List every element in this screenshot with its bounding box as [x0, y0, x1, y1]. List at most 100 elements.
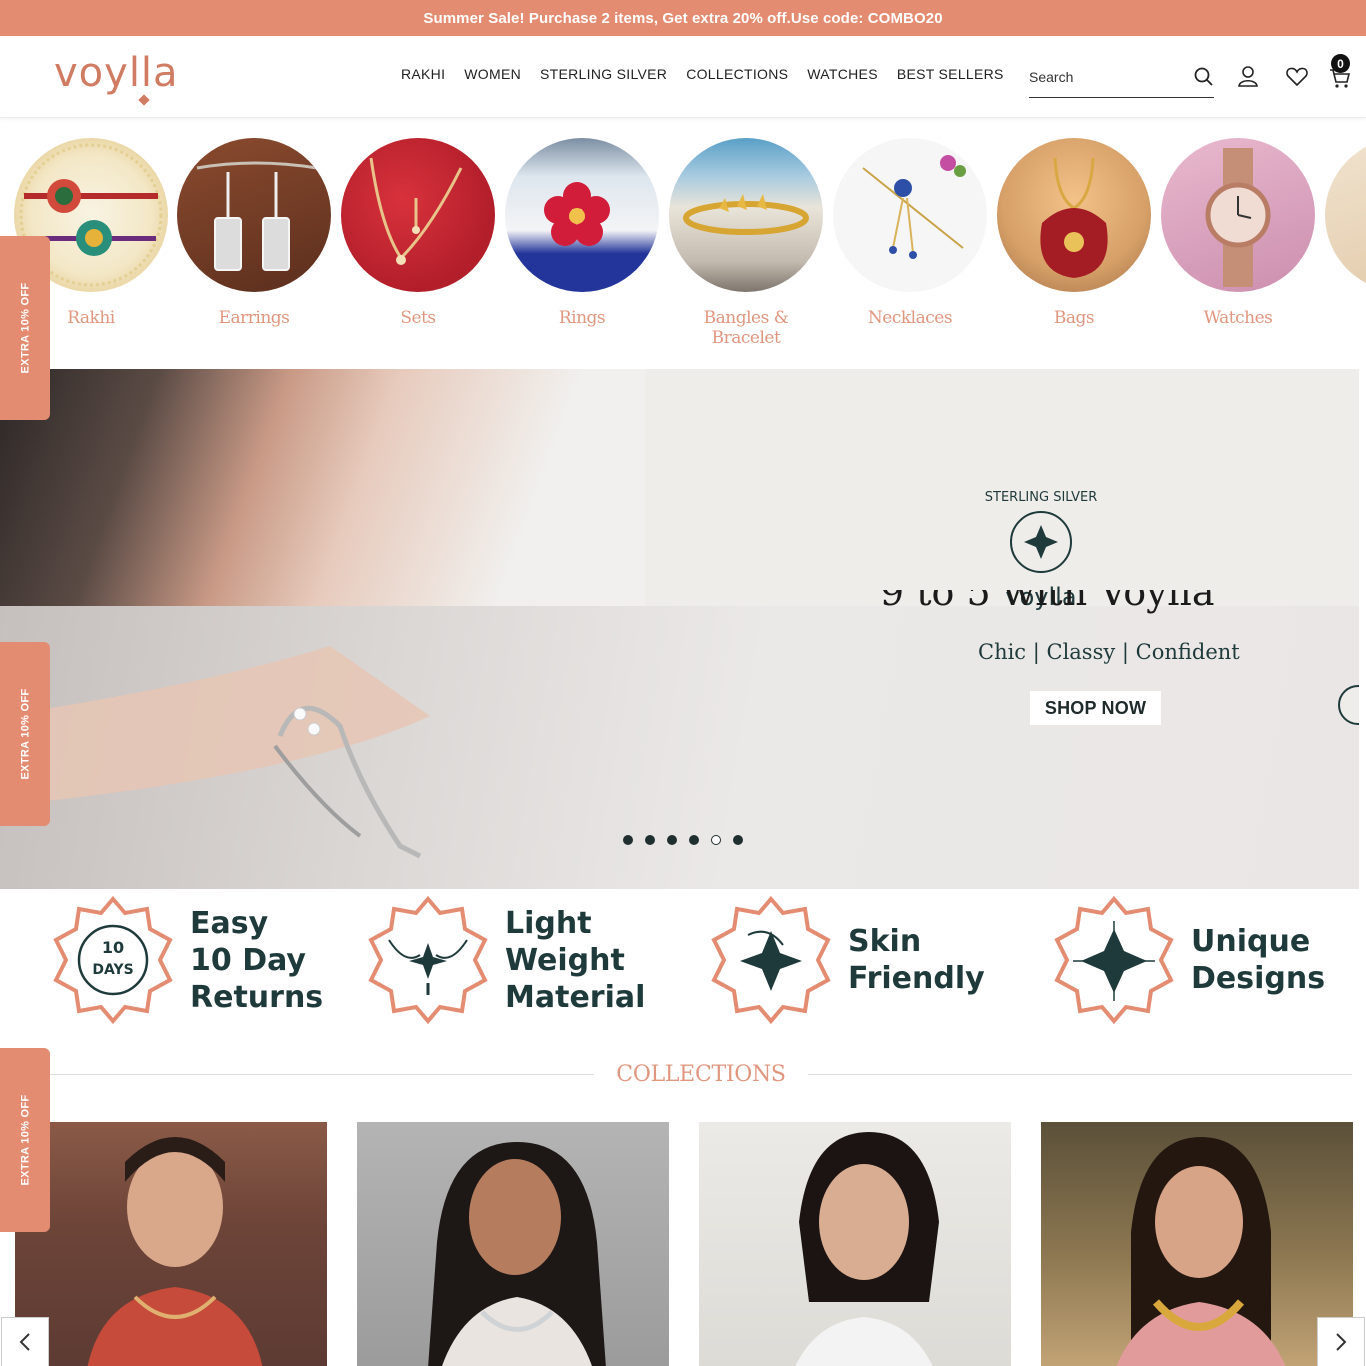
page: Summer Sale! Purchase 2 items, Get extra… [0, 0, 1366, 1366]
category-label: Bags [1053, 308, 1095, 328]
hero-banner[interactable]: STERLING SILVER voylla [0, 369, 1359, 889]
returns-icon: 10 DAYS [53, 895, 173, 1025]
collection-card[interactable] [1041, 1122, 1353, 1366]
category-image [669, 138, 823, 292]
hero-title: 9 to 5 with Voylla [880, 590, 1215, 614]
category-necklaces[interactable]: Necklaces [833, 138, 987, 328]
feature-line: Easy [190, 905, 269, 941]
search-input[interactable] [1029, 68, 1169, 85]
site-header: voylla RAKHI WOMEN STERLING SILVER COLLE… [0, 36, 1366, 118]
carousel-dot[interactable] [667, 835, 677, 845]
carousel-dot[interactable] [623, 835, 633, 845]
brand-logo[interactable]: voylla [54, 50, 179, 106]
category-earrings[interactable]: Earrings [177, 138, 331, 328]
bracelet-illustration [0, 646, 430, 859]
collection-card[interactable] [15, 1122, 327, 1366]
skin-friendly-icon [711, 895, 831, 1025]
collections-title: COLLECTIONS [616, 1061, 786, 1087]
feature-unique-designs: Unique Designs [1051, 895, 1325, 1025]
chevron-left-icon [19, 1333, 30, 1351]
feature-line: 10 Day [190, 942, 306, 978]
category-sets[interactable]: Sets [341, 138, 495, 328]
extra-off-tab[interactable]: EXTRA 10% OFF [0, 236, 50, 420]
feature-line: Designs [1191, 961, 1326, 996]
category-watches[interactable]: Watches [1161, 138, 1315, 328]
category-label: Sets [400, 308, 436, 328]
feature-line: Friendly [848, 961, 985, 996]
hero-image-top [0, 369, 645, 606]
nav-sterling-silver[interactable]: STERLING SILVER [540, 66, 667, 82]
feature-text: Skin Friendly [848, 923, 985, 997]
collections-next-button[interactable] [1317, 1317, 1365, 1366]
shop-now-button[interactable]: SHOP NOW [1030, 691, 1161, 725]
collection-card[interactable] [357, 1122, 669, 1366]
account-icon[interactable] [1236, 64, 1260, 88]
wishlist-icon[interactable] [1285, 64, 1309, 88]
feature-line: Light [505, 905, 592, 941]
feature-line: Weight [505, 942, 625, 978]
extra-off-tab[interactable]: EXTRA 10% OFF [0, 642, 50, 826]
category-label: Necklaces [867, 308, 953, 328]
cart-count-badge: 0 [1331, 54, 1350, 73]
main-nav: RAKHI WOMEN STERLING SILVER COLLECTIONS … [401, 66, 1004, 82]
model-photo [87, 1137, 263, 1366]
extra-off-label: EXTRA 10% OFF [19, 1094, 31, 1186]
nav-best-sellers[interactable]: BEST SELLERS [897, 66, 1004, 82]
feature-text: Easy 10 Day Returns [190, 905, 323, 1016]
extra-off-tab[interactable]: EXTRA 10% OFF [0, 1048, 50, 1232]
announcement-bar[interactable]: Summer Sale! Purchase 2 items, Get extra… [0, 0, 1366, 36]
feature-skin-friendly: Skin Friendly [708, 895, 985, 1025]
model-photo [1116, 1137, 1286, 1366]
collection-card[interactable] [699, 1122, 1011, 1366]
feature-returns: 10 DAYS Easy 10 Day Returns [50, 895, 323, 1025]
brand-name: voylla [54, 50, 179, 96]
collections-heading: COLLECTIONS [50, 1058, 1352, 1090]
model-photo [428, 1142, 606, 1366]
carousel-dots [623, 835, 743, 845]
carousel-dot[interactable] [689, 835, 699, 845]
collections-prev-button[interactable] [1, 1317, 49, 1366]
nav-collections[interactable]: COLLECTIONS [686, 66, 788, 82]
feature-line: Material [505, 979, 646, 1015]
carousel-dot[interactable] [733, 835, 743, 845]
search-box [1029, 56, 1214, 98]
extra-off-label: EXTRA 10% OFF [19, 688, 31, 780]
divider [807, 1073, 1352, 1075]
category-bangles[interactable]: Bangles & Bracelet [669, 138, 823, 348]
category-image [1161, 138, 1315, 292]
category-more[interactable] [1325, 138, 1366, 292]
chevron-right-icon [1336, 1333, 1347, 1351]
extra-off-label: EXTRA 10% OFF [19, 282, 31, 374]
feature-line: Skin [848, 924, 922, 959]
nav-women[interactable]: WOMEN [464, 66, 521, 82]
category-image [341, 138, 495, 292]
category-image [833, 138, 987, 292]
carousel-dot[interactable] [645, 835, 655, 845]
hero-subtitle: Chic | Classy | Confident [978, 640, 1240, 664]
carousel-dot-active[interactable] [711, 835, 721, 845]
feature-line: Unique [1191, 924, 1311, 959]
unique-designs-icon [1054, 895, 1174, 1025]
feature-strip: 10 DAYS Easy 10 Day Returns Light Weight… [0, 895, 1366, 1030]
feature-lightweight: Light Weight Material [365, 895, 645, 1025]
lightweight-icon [368, 895, 488, 1025]
category-image [1325, 138, 1366, 292]
nav-watches[interactable]: WATCHES [807, 66, 878, 82]
hero-title-clip: 9 to 5 with Voylla [880, 590, 1320, 614]
category-label: Bangles & Bracelet [703, 308, 789, 348]
svg-text:10: 10 [102, 938, 124, 957]
category-rings[interactable]: Rings [505, 138, 659, 328]
search-icon[interactable] [1194, 67, 1214, 87]
feature-text: Unique Designs [1191, 923, 1325, 997]
category-carousel: Rakhi Earrings Sets Rings Bangles & Brac… [14, 138, 1366, 348]
category-image [177, 138, 331, 292]
feature-line: Returns [190, 979, 324, 1015]
model-photo [795, 1132, 939, 1366]
logo-accent [138, 94, 150, 106]
category-label: Earrings [218, 308, 290, 328]
category-bags[interactable]: Bags [997, 138, 1151, 328]
svg-text:STERLING SILVER: STERLING SILVER [985, 490, 1098, 505]
svg-text:DAYS: DAYS [92, 962, 133, 978]
category-label: Rings [558, 308, 606, 328]
nav-rakhi[interactable]: RAKHI [401, 66, 445, 82]
